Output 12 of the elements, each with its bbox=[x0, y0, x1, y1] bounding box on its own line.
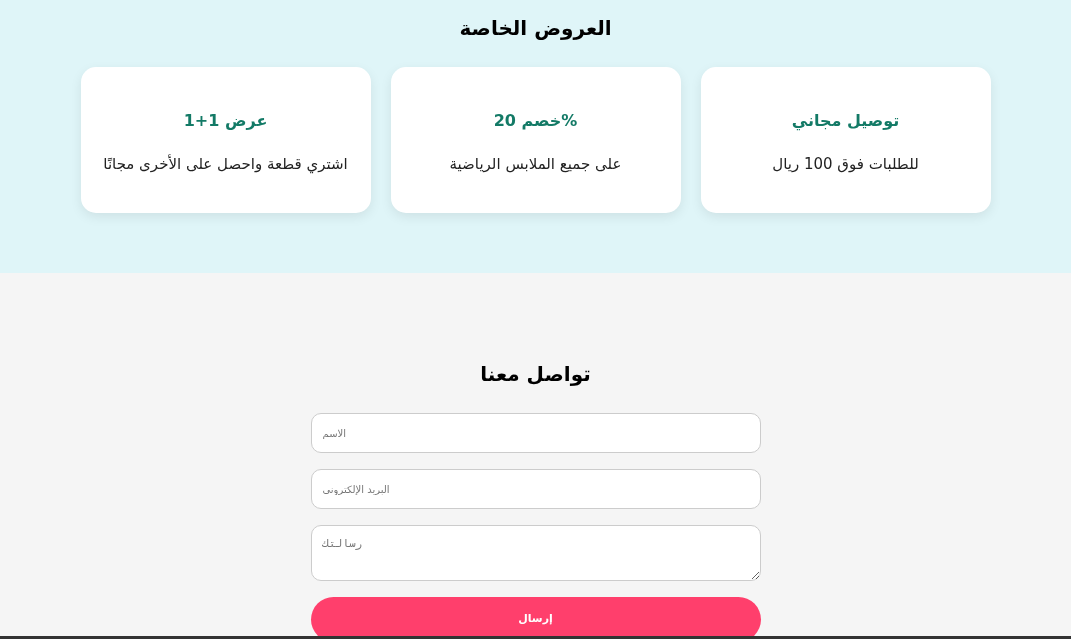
offer-title: عرض 1+1 bbox=[183, 110, 268, 132]
input-field[interactable]: الاسم bbox=[310, 413, 761, 453]
offer-description: على جميع الملابس الرياضية bbox=[449, 154, 622, 175]
offer-title: %خصم 20 bbox=[493, 110, 578, 132]
offer-title: توصيل مجاني bbox=[791, 110, 900, 133]
input-field[interactable]: البريد الإلكتروني bbox=[310, 469, 761, 509]
section-heading: تواصل معنا bbox=[480, 361, 591, 388]
offer-description: اشتري قطعة واحصل على الأخرى مجانًا bbox=[103, 153, 348, 175]
submit-button[interactable]: إرسال bbox=[310, 597, 761, 639]
offer-description: للطلبات فوق 100 ريال bbox=[772, 154, 919, 175]
section-heading: العروض الخاصة bbox=[459, 15, 612, 42]
textarea-field[interactable]: رسالتك bbox=[310, 525, 761, 581]
